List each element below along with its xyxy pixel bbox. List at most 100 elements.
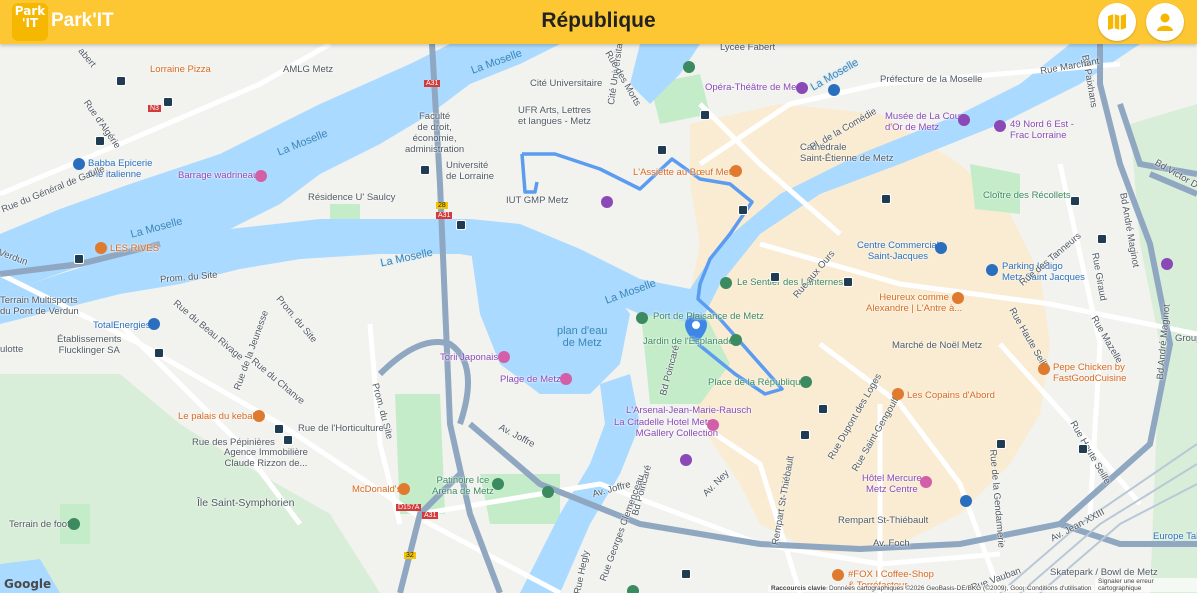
user-account-button[interactable] — [1146, 3, 1184, 41]
terms-link[interactable]: Conditions d'utilisation — [1024, 585, 1095, 592]
hotel-pin-icon[interactable] — [920, 476, 932, 488]
landmark-pin-icon[interactable] — [601, 196, 613, 208]
place-label[interactable]: Terrain de foot — [9, 519, 70, 530]
restaurant-pin-icon[interactable] — [253, 410, 265, 422]
park-pin-icon[interactable] — [730, 334, 742, 346]
map-canvas[interactable]: La Moselle La Moselle La Moselle La Mose… — [0, 44, 1197, 593]
place-label[interactable]: Patinoire Ice Arena de Metz — [432, 475, 494, 497]
bus-stop-icon[interactable] — [1097, 234, 1107, 244]
bus-stop-icon[interactable] — [1070, 196, 1080, 206]
place-label[interactable]: Hôtel Mercure Metz Centre — [862, 473, 922, 495]
place-label[interactable]: Centre Commercial Saint-Jacques — [857, 240, 939, 262]
place-label[interactable]: Lorraine Pizza — [150, 64, 211, 75]
bus-stop-icon[interactable] — [881, 194, 891, 204]
keyboard-shortcuts-link[interactable]: Raccourcis clavier — [768, 585, 832, 592]
hotel-pin-icon[interactable] — [707, 419, 719, 431]
shop-pin-icon[interactable] — [73, 158, 85, 170]
place-label[interactable]: L'Assiette au Bœuf Metz — [633, 167, 736, 178]
place-label[interactable]: Europe Tab — [1153, 531, 1197, 542]
museum-pin-icon[interactable] — [958, 114, 970, 126]
bus-stop-icon[interactable] — [738, 205, 748, 215]
place-label[interactable]: TotalEnergies — [93, 320, 151, 331]
place-label[interactable]: Place de la République — [708, 377, 806, 388]
place-label[interactable]: Terrain Multisports du Pont de Verdun — [0, 295, 79, 317]
shopping-pin-icon[interactable] — [935, 242, 947, 254]
place-label[interactable]: LES RIVES — [110, 243, 159, 254]
landmark-pin-icon[interactable] — [680, 454, 692, 466]
bus-stop-icon[interactable] — [818, 404, 828, 414]
park-pin-icon[interactable] — [636, 312, 648, 324]
hotel-pin-icon[interactable] — [255, 170, 267, 182]
place-label[interactable]: Port de Plaisance de Metz — [653, 311, 764, 322]
place-label[interactable]: Les Copains d'Abord — [907, 390, 995, 401]
restaurant-pin-icon[interactable] — [95, 242, 107, 254]
place-label[interactable]: Barrage wadrineau — [178, 170, 258, 181]
hotel-pin-icon[interactable] — [498, 351, 510, 363]
place-label[interactable]: Le palais du kebab — [178, 411, 258, 422]
place-label[interactable]: Préfecture de la Moselle — [880, 74, 982, 85]
place-label[interactable]: Faculté de droit, économie, administrati… — [405, 111, 464, 155]
map-guide-button[interactable] — [1098, 3, 1136, 41]
restaurant-pin-icon[interactable] — [398, 483, 410, 495]
park-pin-icon[interactable] — [68, 518, 80, 530]
restaurant-pin-icon[interactable] — [892, 388, 904, 400]
park-pin-icon[interactable] — [492, 478, 504, 490]
parking-pin-icon[interactable] — [986, 264, 998, 276]
bus-stop-icon[interactable] — [657, 145, 667, 155]
place-label[interactable]: Pepe Chicken by FastGoodCuisine — [1053, 362, 1126, 384]
restaurant-pin-icon[interactable] — [832, 569, 844, 581]
place-label[interactable]: Cité Universitaire — [530, 78, 602, 89]
landmark-pin-icon[interactable] — [1161, 258, 1173, 270]
restaurant-pin-icon[interactable] — [1038, 363, 1050, 375]
restaurant-pin-icon[interactable] — [730, 165, 742, 177]
parking-pin-icon[interactable] — [960, 495, 972, 507]
park-pin-icon[interactable] — [800, 376, 812, 388]
park-pin-icon[interactable] — [720, 277, 732, 289]
parking-pin-icon[interactable] — [828, 84, 840, 96]
place-label[interactable]: Le Sentier des Lanternes — [737, 277, 843, 288]
place-label[interactable]: Résidence U' Saulcy — [308, 192, 395, 203]
place-label[interactable]: Établissements Flucklinger SA — [57, 334, 121, 356]
place-label[interactable]: AMLG Metz — [283, 64, 333, 75]
park-pin-icon[interactable] — [542, 486, 554, 498]
place-label[interactable]: 49 Nord 6 Est - Frac Lorraine — [1010, 119, 1074, 141]
place-label[interactable]: Opéra-Théâtre de Metz — [705, 82, 804, 93]
restaurant-pin-icon[interactable] — [952, 292, 964, 304]
place-label[interactable]: Université de Lorraine — [446, 160, 494, 182]
place-label[interactable]: Plage de Metz — [500, 374, 561, 385]
bus-stop-icon[interactable] — [996, 439, 1006, 449]
report-error-link[interactable]: Signaler une erreur cartographique — [1095, 578, 1197, 592]
place-label[interactable]: IUT GMP Metz — [506, 195, 568, 206]
place-label[interactable]: La Citadelle Hotel Metz - MGallery Colle… — [614, 417, 718, 439]
place-label[interactable]: L'Arsenal-Jean-Marie-Rausch — [626, 405, 751, 416]
place-label[interactable]: UFR Arts, Lettres et langues - Metz — [518, 105, 591, 127]
place-label[interactable]: Cloître des Récollets — [983, 190, 1071, 201]
place-label[interactable]: Marché de Noël Metz — [892, 340, 982, 351]
park-pin-icon[interactable] — [683, 61, 695, 73]
place-label[interactable]: Torii Japonais — [440, 352, 498, 363]
bus-stop-icon[interactable] — [770, 272, 780, 282]
bus-stop-icon[interactable] — [154, 348, 164, 358]
place-label[interactable]: Heureux comme Alexandre | L'Antre à... — [866, 292, 962, 314]
park-pin-icon[interactable] — [627, 585, 639, 593]
bus-stop-icon[interactable] — [800, 430, 810, 440]
theatre-pin-icon[interactable] — [796, 82, 808, 94]
bus-stop-icon[interactable] — [74, 254, 84, 264]
place-label[interactable]: Skatepark / Bowl de Metz — [1050, 567, 1158, 578]
bus-stop-icon[interactable] — [283, 435, 293, 445]
museum-pin-icon[interactable] — [994, 120, 1006, 132]
bus-stop-icon[interactable] — [274, 424, 284, 434]
hotel-pin-icon[interactable] — [560, 373, 572, 385]
bus-stop-icon[interactable] — [681, 569, 691, 579]
bus-stop-icon[interactable] — [700, 110, 710, 120]
place-label[interactable]: Lycée Fabert — [720, 44, 775, 53]
place-label[interactable]: Musée de La Cour d'Or de Metz — [885, 111, 963, 133]
bus-stop-icon[interactable] — [456, 220, 466, 230]
place-label[interactable]: Agence Immobilière Claude Rizzon de... — [224, 447, 308, 469]
bus-stop-icon[interactable] — [1078, 444, 1088, 454]
bus-stop-icon[interactable] — [95, 136, 105, 146]
fuel-pin-icon[interactable] — [148, 318, 160, 330]
bus-stop-icon[interactable] — [420, 165, 430, 175]
bus-stop-icon[interactable] — [116, 76, 126, 86]
bus-stop-icon[interactable] — [843, 277, 853, 287]
